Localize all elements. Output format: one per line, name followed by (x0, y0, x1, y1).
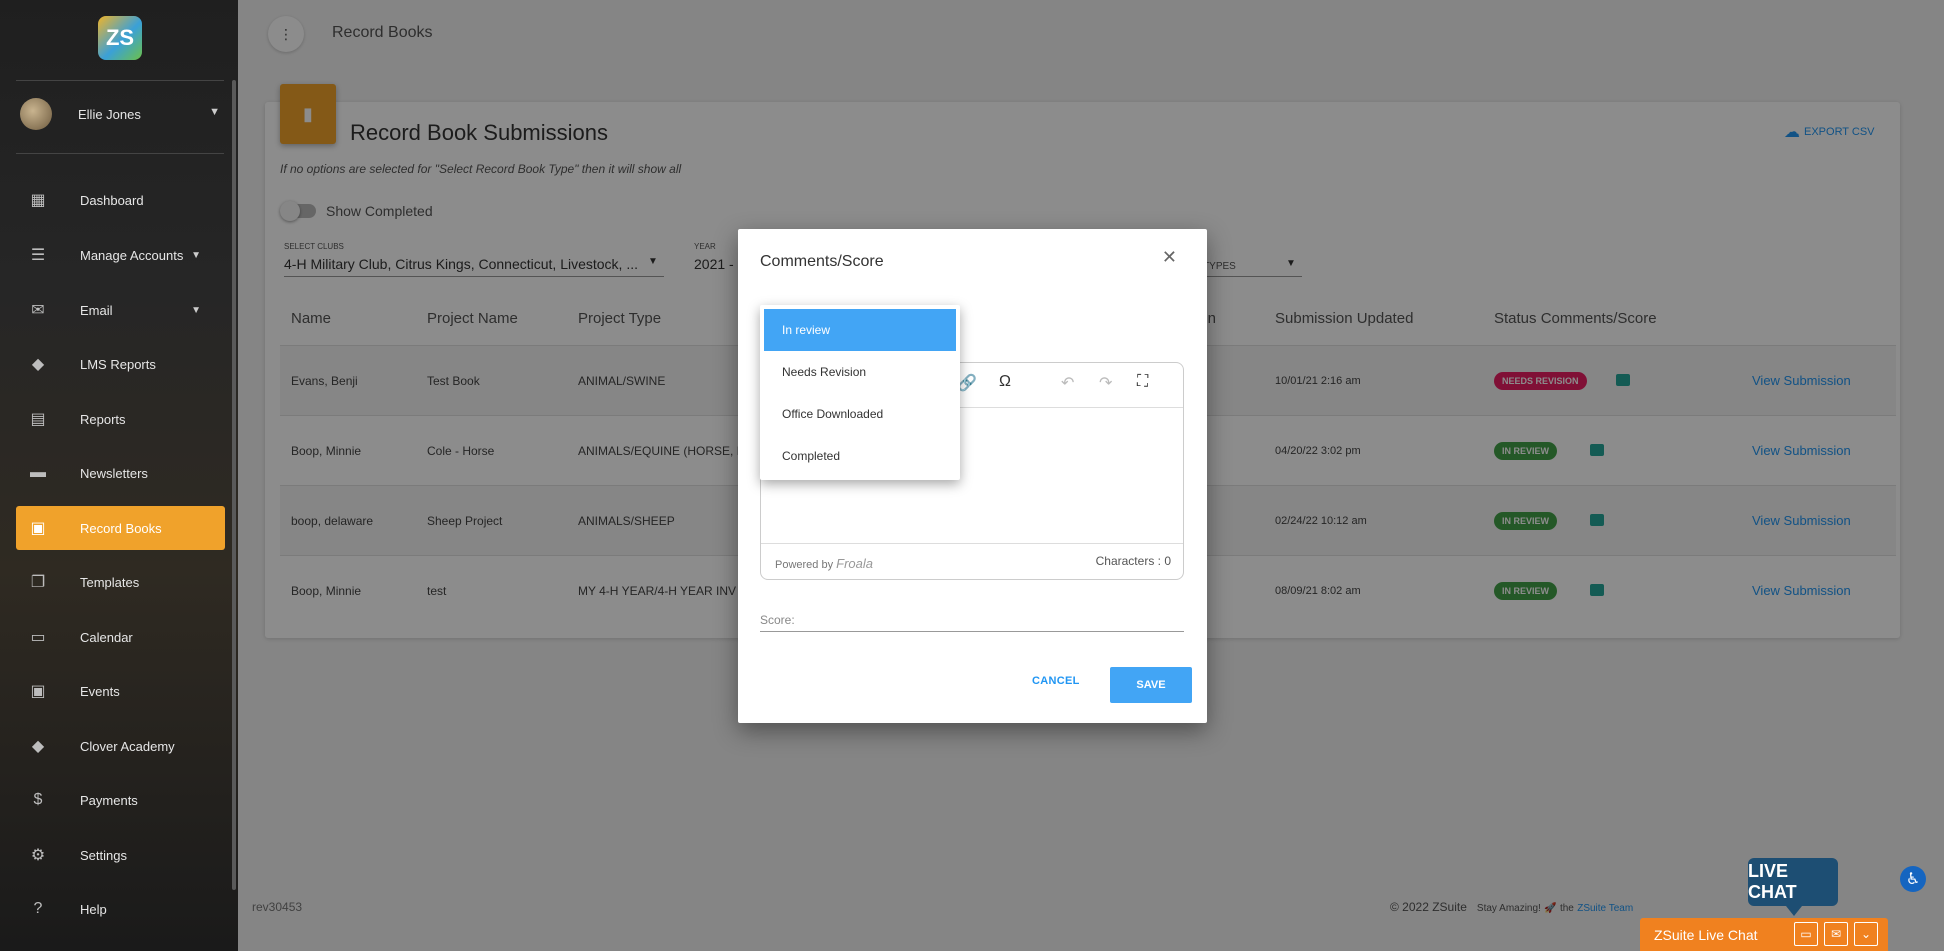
sidebar-item-label: Help (80, 901, 107, 917)
score-field-label: Score: (760, 613, 795, 627)
sidebar-item-label: Reports (80, 411, 126, 427)
record-book-icon: ▣ (30, 520, 46, 537)
help-icon: ? (33, 900, 43, 917)
sidebar-item-templates[interactable]: ❐ Templates (16, 560, 225, 604)
sidebar-item-record-books[interactable]: ▣ Record Books (16, 506, 225, 550)
cancel-button[interactable]: CANCEL (1032, 675, 1080, 687)
caret-down-icon: ▼ (191, 249, 201, 261)
sidebar-item-reports[interactable]: ▤ Reports (16, 397, 225, 441)
sidebar-item-label: LMS Reports (80, 356, 156, 372)
zsuite-logo[interactable]: ZS (98, 16, 142, 60)
dollar-icon: $ (33, 791, 43, 808)
sidebar-item-label: Clover Academy (80, 738, 175, 754)
fullscreen-icon[interactable]: ⛶ (1137, 373, 1148, 391)
sidebar: ZS Ellie Jones ▼ ▦ Dashboard ☰ Manage Ac… (0, 0, 238, 951)
status-option-office-downloaded[interactable]: Office Downloaded (764, 393, 956, 435)
sidebar-item-label: Record Books (80, 520, 162, 536)
list-icon: ☰ (30, 247, 46, 264)
mail-icon[interactable]: ✉ (1824, 922, 1848, 946)
sidebar-item-email[interactable]: ✉ Email ▼ (16, 288, 225, 332)
editor-footer: Powered by Froala Characters : 0 (761, 543, 1183, 579)
sidebar-item-label: Settings (80, 847, 127, 863)
chat-icon[interactable]: ▭ (1794, 922, 1818, 946)
live-chat-bar[interactable]: ZSuite Live Chat ▭ ✉ ⌄ (1640, 918, 1888, 951)
sidebar-item-label: Templates (80, 574, 140, 590)
clipboard-icon: ▤ (30, 411, 46, 428)
caret-down-icon: ▼ (191, 304, 201, 316)
dialog-title: Comments/Score (760, 253, 884, 270)
sidebar-item-label: Email (80, 302, 113, 318)
sidebar-item-payments[interactable]: $ Payments (16, 778, 225, 822)
live-chat-bubble[interactable]: LIVE CHAT (1748, 858, 1838, 916)
sidebar-item-clover-academy[interactable]: ◆ Clover Academy (16, 724, 225, 768)
sidebar-item-label: Events (80, 683, 120, 699)
chevron-down-icon[interactable]: ⌄ (1854, 922, 1878, 946)
sidebar-item-help[interactable]: ? Help (16, 887, 225, 931)
templates-icon: ❐ (30, 574, 46, 591)
close-icon[interactable]: ✕ (1162, 247, 1177, 268)
gear-icon: ⚙ (30, 847, 46, 864)
save-button[interactable]: SAVE (1110, 667, 1192, 703)
sidebar-item-newsletters[interactable]: ▬ Newsletters (16, 451, 225, 495)
caret-down-icon: ▼ (209, 106, 220, 118)
sidebar-scrollbar[interactable] (232, 80, 236, 890)
user-menu[interactable]: Ellie Jones ▼ (20, 98, 220, 130)
sidebar-item-manage-accounts[interactable]: ☰ Manage Accounts ▼ (16, 233, 225, 277)
user-name: Ellie Jones (78, 106, 141, 122)
newsletter-icon: ▬ (30, 464, 46, 481)
sidebar-item-calendar[interactable]: ▭ Calendar (16, 615, 225, 659)
sidebar-item-settings[interactable]: ⚙ Settings (16, 833, 225, 877)
calendar-icon: ▭ (30, 629, 46, 646)
sidebar-divider (16, 153, 224, 154)
status-dropdown-menu: In review Needs Revision Office Download… (760, 305, 960, 480)
sidebar-item-label: Payments (80, 792, 138, 808)
school-icon: ◆ (31, 356, 45, 373)
status-option-in-review[interactable]: In review (764, 309, 956, 351)
status-option-completed[interactable]: Completed (764, 435, 956, 477)
school-icon: ◆ (31, 738, 45, 755)
dashboard-icon: ▦ (30, 192, 46, 209)
accessibility-icon[interactable]: ♿ (1900, 866, 1926, 892)
sidebar-item-lms-reports[interactable]: ◆ LMS Reports (16, 342, 225, 386)
sidebar-item-label: Newsletters (80, 465, 148, 481)
sidebar-item-events[interactable]: ▣ Events (16, 669, 225, 713)
special-characters-icon[interactable]: Ω (999, 373, 1011, 391)
avatar (20, 98, 52, 130)
mail-icon: ✉ (31, 302, 45, 319)
status-option-needs-revision[interactable]: Needs Revision (764, 351, 956, 393)
undo-icon[interactable]: ↶ (1061, 373, 1074, 393)
character-count: Characters : 0 (1095, 554, 1171, 568)
redo-icon[interactable]: ↷ (1099, 373, 1112, 393)
sidebar-item-label: Calendar (80, 629, 133, 645)
powered-by-text: Powered by (775, 559, 834, 571)
froala-logo: Froala (836, 556, 874, 571)
sidebar-item-dashboard[interactable]: ▦ Dashboard (16, 178, 225, 222)
sidebar-item-label: Dashboard (80, 192, 144, 208)
sidebar-divider (16, 80, 224, 81)
live-chat-label: ZSuite Live Chat (1654, 926, 1758, 943)
score-input[interactable] (760, 631, 1184, 632)
powered-by-froala[interactable]: Powered by Froala (775, 556, 873, 571)
event-icon: ▣ (30, 683, 46, 700)
sidebar-item-label: Manage Accounts (80, 247, 184, 263)
